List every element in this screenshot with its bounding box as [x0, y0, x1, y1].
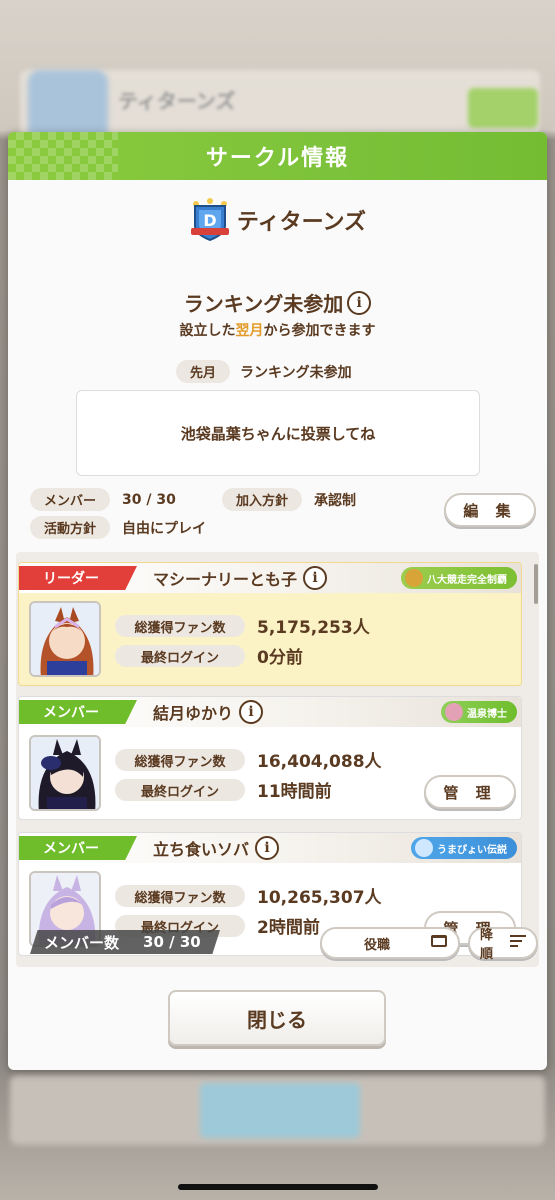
fans-value: 5,175,253人 [257, 618, 370, 638]
member-count-value: 30 / 30 [143, 933, 201, 951]
title-badge-label: 温泉博士 [467, 708, 507, 720]
last-month-row: 先月 ランキング未参加 [176, 360, 352, 383]
title-badge[interactable]: 温泉博士 [441, 701, 517, 723]
members-label: メンバー [30, 488, 111, 511]
window-icon [430, 934, 448, 952]
member-info-icon[interactable]: i [303, 566, 328, 590]
fans-label: 総獲得ファン数 [115, 749, 245, 771]
role-tag-leader: リーダー [19, 566, 137, 590]
member-count: メンバー数 30 / 30 [30, 930, 220, 954]
background-circle-name: ティターンズ [118, 89, 236, 113]
title-badge-label: うまぴょい伝説 [437, 844, 507, 856]
join-policy-stat: 加入方針 承認制 [222, 488, 356, 511]
sort-role-button[interactable]: 役職 [320, 927, 460, 959]
background-green-button [468, 88, 538, 128]
home-indicator[interactable] [178, 1184, 378, 1190]
fans-value: 10,265,307人 [257, 888, 382, 908]
sort-role-label: 役職 [363, 937, 390, 953]
modal-header: サークル情報 [8, 132, 547, 180]
info-icon[interactable]: i [347, 290, 372, 315]
sort-order-button[interactable]: 降順 [468, 927, 538, 962]
emblem-letter: D [203, 211, 216, 230]
fans-value: 16,404,088人 [257, 752, 382, 772]
last-month-value: ランキング未参加 [240, 364, 352, 381]
last-month-label: 先月 [176, 360, 231, 383]
role-tag-member: メンバー [19, 836, 137, 860]
last-login-value: 0分前 [257, 648, 303, 668]
member-info-icon[interactable]: i [239, 700, 264, 724]
avatar[interactable] [29, 735, 101, 811]
activity-value: 自由にプレイ [122, 520, 207, 537]
circle-name: ティターンズ [236, 210, 367, 235]
member-list[interactable]: リーダー マシーナリーとも子 i 八大競走完全制覇 総獲得ファン数 5,175,… [16, 552, 539, 967]
list-footer: メンバー数 30 / 30 役職 降順 [16, 927, 539, 962]
manage-button[interactable]: 管 理 [424, 775, 516, 809]
music-icon [415, 839, 433, 857]
list-scrollbar[interactable] [534, 564, 538, 604]
member-name: 結月ゆかり [153, 704, 234, 723]
title-badge-label: 八大競走完全制覇 [427, 574, 507, 586]
background-bottom-nav [10, 1075, 545, 1145]
join-policy-label: 加入方針 [222, 488, 303, 511]
member-card-leader[interactable]: リーダー マシーナリーとも子 i 八大競走完全制覇 総獲得ファン数 5,175,… [18, 562, 522, 686]
fans-label: 総獲得ファン数 [115, 615, 245, 637]
sort-lines-icon [510, 935, 526, 951]
members-value: 30 / 30 [122, 491, 176, 508]
title-badge[interactable]: 八大競走完全制覇 [401, 567, 517, 589]
title-badge[interactable]: うまぴょい伝説 [411, 837, 517, 859]
modal-title: サークル情報 [205, 146, 350, 171]
circle-name-row: D ティターンズ [8, 198, 547, 242]
header-pattern [8, 132, 118, 180]
member-info-icon[interactable]: i [255, 836, 280, 860]
last-login-label: 最終ログイン [115, 645, 245, 667]
avatar[interactable] [29, 601, 101, 677]
activity-label: 活動方針 [30, 516, 111, 539]
edit-button[interactable]: 編 集 [444, 493, 536, 527]
circle-info-modal: サークル情報 D ティターンズ ランキング未参加 i 設立した翌月から参加できま… [8, 132, 547, 1070]
members-stat: メンバー 30 / 30 [30, 488, 176, 511]
circle-message: 池袋晶葉ちゃんに投票してね [76, 390, 480, 476]
member-card-header: メンバー 立ち食いソバ i うまぴょい伝説 [19, 833, 521, 863]
member-card[interactable]: メンバー 結月ゆかり i 温泉博士 総獲得ファン数 16,404,088人 最終… [18, 696, 522, 820]
member-name-row: マシーナリーとも子 i [153, 566, 328, 590]
ranking-note: 設立した翌月から参加できます [179, 323, 376, 339]
trophy-icon [405, 569, 423, 587]
role-tag-member: メンバー [19, 700, 137, 724]
background-emblem [28, 70, 108, 140]
ranking-status-row: ランキング未参加 i [8, 288, 547, 317]
member-name: マシーナリーとも子 [153, 570, 298, 589]
activity-stat: 活動方針 自由にプレイ [30, 516, 206, 539]
join-policy-value: 承認制 [314, 492, 357, 509]
fans-label: 総獲得ファン数 [115, 885, 245, 907]
onsen-icon [445, 703, 463, 721]
member-card-header: リーダー マシーナリーとも子 i 八大競走完全制覇 [19, 563, 521, 593]
member-name-row: 結月ゆかり i [153, 700, 264, 724]
member-name-row: 立ち食いソバ i [153, 836, 280, 860]
circle-rank-emblem-icon: D [189, 198, 231, 242]
close-button[interactable]: 閉じる [168, 990, 386, 1046]
member-name: 立ち食いソバ [153, 840, 250, 859]
last-login-value: 11時間前 [257, 782, 332, 802]
sort-order-label: 降順 [480, 928, 494, 962]
ranking-status: ランキング未参加 [183, 292, 344, 316]
member-card-header: メンバー 結月ゆかり i 温泉博士 [19, 697, 521, 727]
last-login-label: 最終ログイン [115, 779, 245, 801]
member-count-label: メンバー数 [44, 933, 120, 952]
